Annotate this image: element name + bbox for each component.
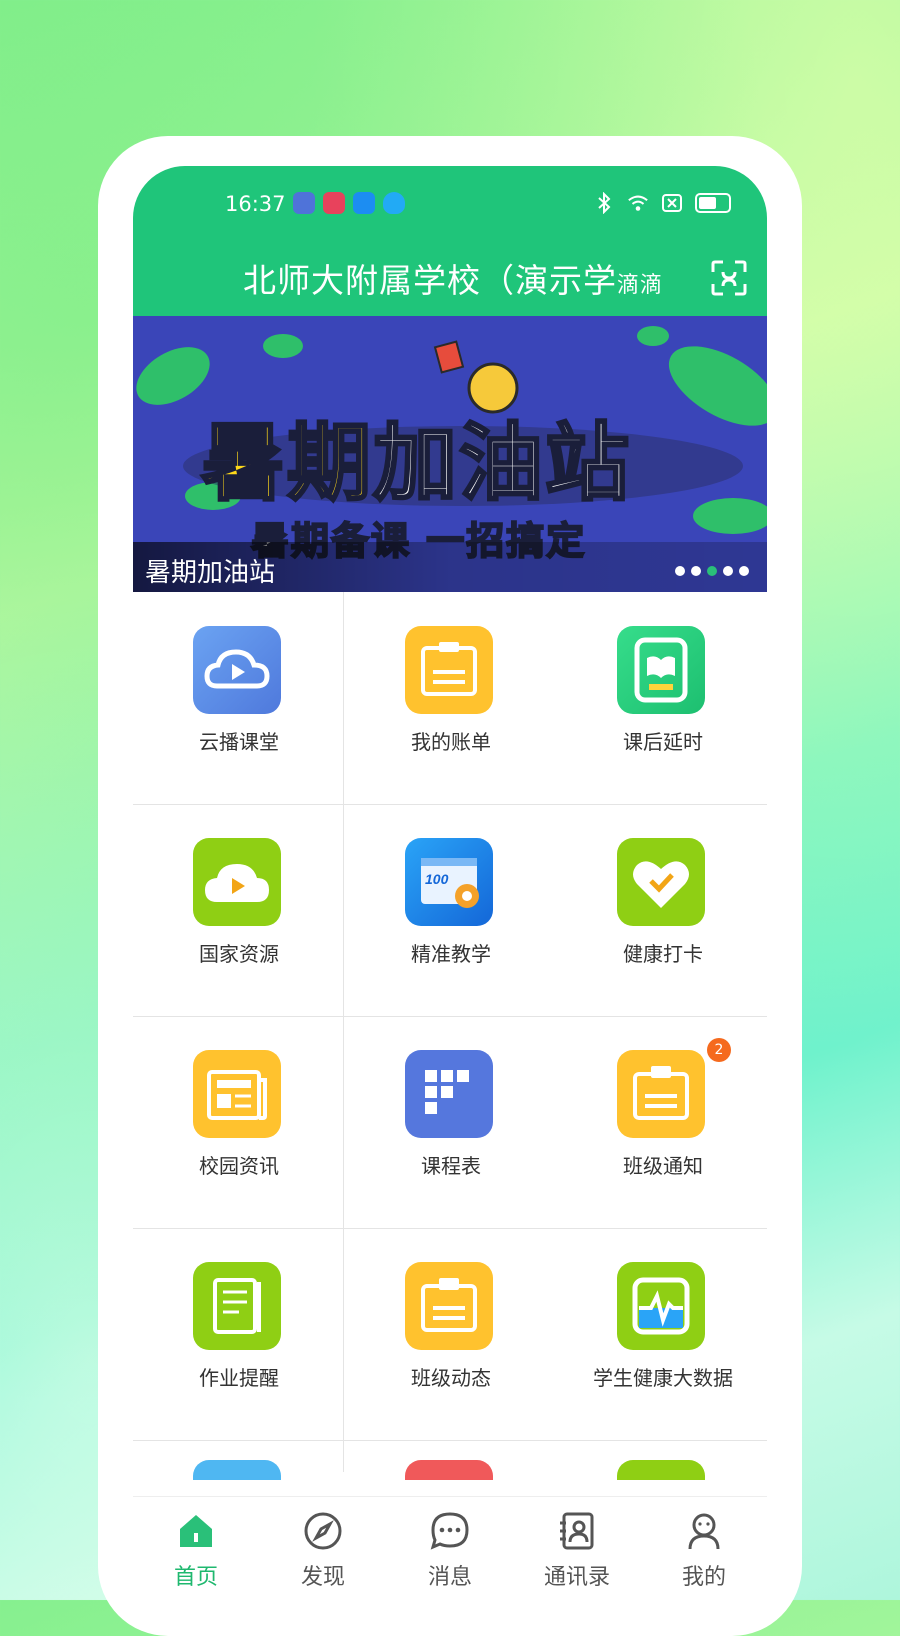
carousel-indicator [675,566,749,576]
feature-after-school[interactable]: 课后延时 [557,592,767,804]
cloud-play-icon [193,626,281,714]
feature-label: 课程表 [421,1154,481,1178]
carousel-dot[interactable] [739,566,749,576]
health-data-icon [617,1262,705,1350]
camera-notification-icon [353,192,375,214]
carousel-dot-active[interactable] [707,566,717,576]
feature-health-data[interactable]: 学生健康大数据 [557,1228,767,1440]
banner-headline-yellow: 暑期 [199,413,374,514]
contacts-icon [560,1512,594,1550]
feature-health-checkin[interactable]: 健康打卡 [557,804,767,1016]
book-icon [617,626,705,714]
feature-label: 健康打卡 [623,942,703,966]
feature-label: 云播课堂 [199,730,279,754]
class-feed-icon [405,1262,493,1350]
compass-icon [304,1512,342,1550]
scan-icon [711,260,747,296]
homework-icon [193,1262,281,1350]
feature-tile-partial[interactable] [405,1460,493,1480]
battery-icon [695,193,731,213]
feature-label: 我的账单 [411,730,491,754]
feature-class-notice[interactable]: 2 班级通知 [557,1016,767,1228]
feature-label: 班级动态 [411,1366,491,1390]
app-screen: 16:37 北师大附属学校（演示学滴滴 暑期加油站 暑期备课 一招搞定 暑期加油… [133,166,767,1600]
tab-label: 发现 [300,1565,345,1590]
notification-icons [293,192,405,214]
unread-badge: 2 [707,1038,731,1062]
tab-label: 消息 [427,1565,472,1590]
feature-label: 课后延时 [623,730,703,754]
tab-home[interactable]: 首页 [133,1497,259,1600]
precision-teaching-icon: 100 [405,838,493,926]
feature-label: 国家资源 [199,942,279,966]
feature-precision-teaching[interactable]: 100 精准教学 [345,804,557,1016]
banner-caption: 暑期加油站 [145,558,276,588]
school-title-text: 北师大附属学校（演示学 [243,261,617,300]
carousel-dot[interactable] [675,566,685,576]
feature-label: 精准教学 [411,942,491,966]
home-icon [180,1515,212,1547]
app-notification-icon [293,192,315,214]
tab-messages[interactable]: 消息 [387,1497,513,1600]
notice-icon [617,1050,705,1138]
status-time: 16:37 [225,192,286,216]
grid-divider [133,1440,767,1441]
feature-tile-partial[interactable] [617,1460,705,1480]
banner-headline: 暑期加油站 [199,396,632,517]
profile-icon [688,1513,720,1550]
heart-check-icon [617,838,705,926]
feature-homework[interactable]: 作业提醒 [133,1228,345,1440]
feature-schedule[interactable]: 课程表 [345,1016,557,1228]
system-status [593,192,731,214]
bluetooth-icon [593,192,615,214]
tab-discover[interactable]: 发现 [260,1497,386,1600]
feature-label: 校园资讯 [199,1154,279,1178]
feature-cloud-class[interactable]: 云播课堂 [133,592,345,804]
feature-campus-news[interactable]: 校园资讯 [133,1016,345,1228]
bottom-tab-bar: 首页 发现 消息 通讯录 我的 [133,1496,767,1600]
app-header: 北师大附属学校（演示学滴滴 [133,246,767,316]
scan-button[interactable] [709,258,749,298]
bill-icon [405,626,493,714]
promo-banner[interactable]: 暑期加油站 暑期备课 一招搞定 暑期加油站 [133,316,767,592]
chat-notification-icon [383,192,405,214]
feature-label: 班级通知 [623,1154,703,1178]
sim-off-icon [661,192,683,214]
tab-label: 首页 [173,1565,218,1590]
carousel-dot[interactable] [723,566,733,576]
tab-contacts[interactable]: 通讯录 [514,1497,640,1600]
feature-label: 学生健康大数据 [593,1366,733,1390]
feature-my-bill[interactable]: 我的账单 [345,592,557,804]
feature-class-feed[interactable]: 班级动态 [345,1228,557,1440]
wifi-icon [627,192,649,214]
school-title-suffix: 滴滴 [617,273,664,298]
status-bar: 16:37 [133,166,767,246]
feature-national-resources[interactable]: 国家资源 [133,804,345,1016]
schedule-icon [405,1050,493,1138]
news-icon [193,1050,281,1138]
school-title[interactable]: 北师大附属学校（演示学滴滴 [243,254,663,302]
message-icon [430,1512,469,1550]
banner-headline-white: 加油站 [372,413,632,514]
tab-label: 通讯录 [543,1565,610,1590]
tab-label: 我的 [681,1565,726,1590]
video-notification-icon [323,192,345,214]
svg-text:100: 100 [425,871,449,887]
tab-profile[interactable]: 我的 [641,1497,767,1600]
carousel-dot[interactable] [691,566,701,576]
feature-label: 作业提醒 [199,1366,279,1390]
feature-tile-partial[interactable] [193,1460,281,1480]
cloud-resource-icon [193,838,281,926]
